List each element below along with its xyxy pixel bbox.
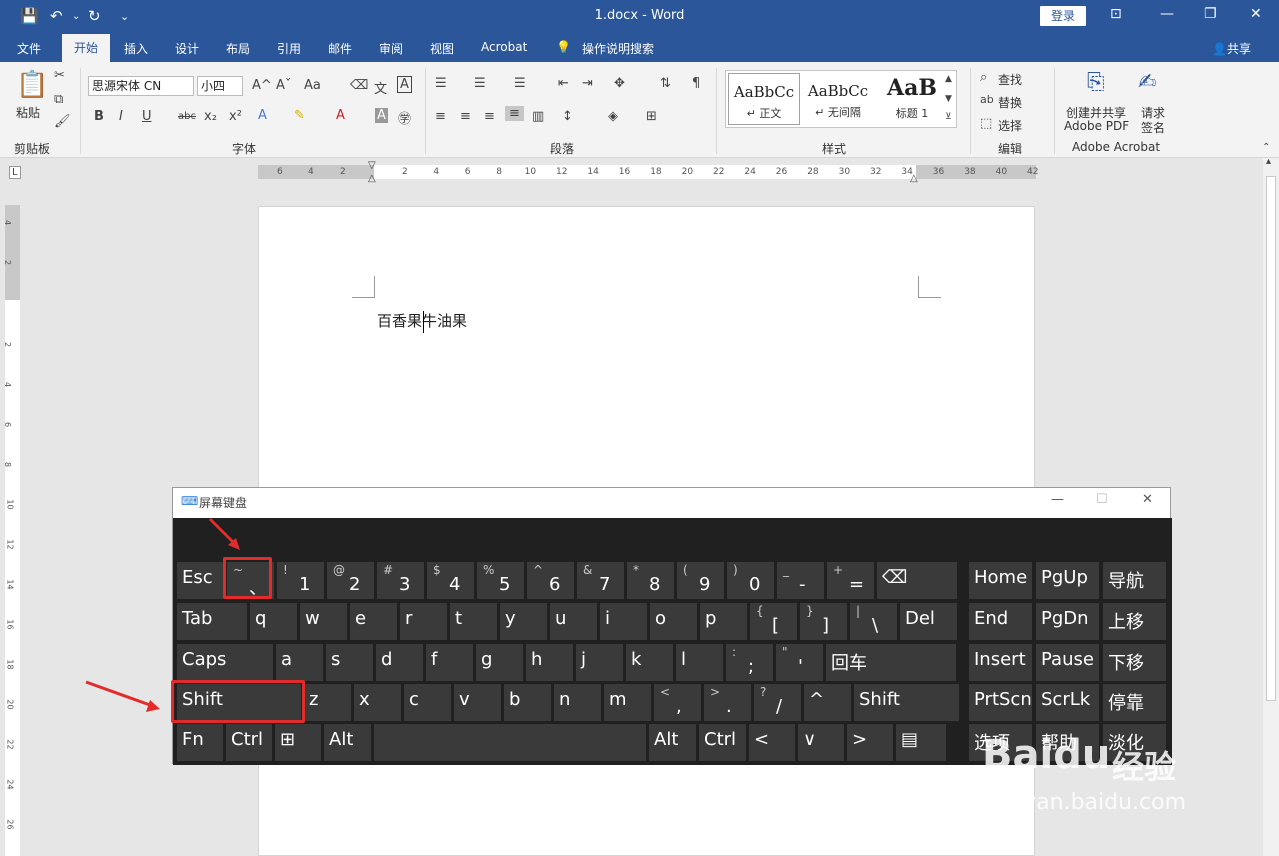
- watermark-url: jingyan.baidu.com: [983, 790, 1187, 815]
- watermark-brand: Baidu: [982, 732, 1111, 778]
- arrowhead: [146, 700, 160, 712]
- arrow-to-backtick: [208, 517, 238, 547]
- arrow-to-shift: [85, 680, 151, 707]
- baidu-watermark: Baidu 经验 jingyan.baidu.com: [980, 712, 1220, 832]
- watermark-cn: 经验: [1112, 748, 1177, 786]
- word-window: 💾 ↶ ⌄ ↻ ⌄ 1.docx - Word 登录 ⊡ — ❐ ✕ 文件 插入…: [0, 0, 1279, 856]
